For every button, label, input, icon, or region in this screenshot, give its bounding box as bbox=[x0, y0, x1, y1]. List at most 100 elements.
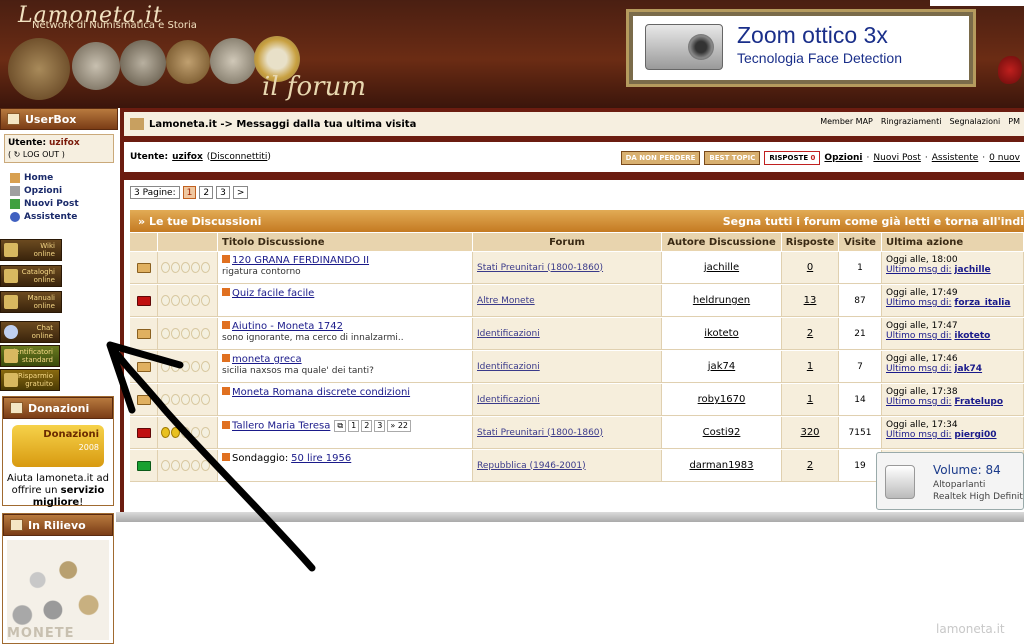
table-row[interactable]: Aiutino - Moneta 1742 sono ignorante, ma … bbox=[130, 318, 1024, 350]
mark-all-read-link[interactable]: Segna tutti i forum come già letti e tor… bbox=[723, 215, 1024, 228]
replies-link[interactable]: 2 bbox=[807, 328, 813, 339]
coins-pile-image[interactable] bbox=[7, 540, 109, 640]
last-post-label[interactable]: Ultimo msg di: bbox=[886, 298, 952, 308]
topic-title-link[interactable]: Tallero Maria Teresa bbox=[232, 421, 330, 432]
forum-link[interactable]: Identificazioni bbox=[477, 362, 540, 372]
last-post-user-link[interactable]: jachille bbox=[954, 265, 990, 275]
table-row[interactable]: moneta greca sicilia naxsos ma quale' dei… bbox=[130, 351, 1024, 383]
replies-link[interactable]: 2 bbox=[807, 460, 813, 471]
topic-title-link[interactable]: Moneta Romana discrete condizioni bbox=[232, 387, 410, 398]
side-button-cataloghi[interactable]: Cataloghi online bbox=[0, 265, 62, 287]
author-link[interactable]: jak74 bbox=[708, 361, 735, 372]
table-row[interactable]: Tallero Maria Teresa ⧉ 1 2 3» 22 Stati Preuni… bbox=[130, 417, 1024, 449]
topic-title-link[interactable]: 120 GRANA FERDINANDO II bbox=[232, 255, 369, 266]
last-post-label[interactable]: Ultimo msg di: bbox=[886, 265, 952, 275]
sidebar-item-assistente[interactable]: Assistente bbox=[10, 210, 108, 223]
breadcrumb[interactable]: Lamoneta.it -> Messaggi dalla tua ultima… bbox=[149, 119, 416, 130]
last-post-label[interactable]: Ultimo msg di: bbox=[886, 331, 952, 341]
col-ultima-azione[interactable]: Ultima azione bbox=[882, 233, 1024, 251]
col-forum[interactable]: Forum bbox=[473, 233, 662, 251]
replies-link[interactable]: 1 bbox=[807, 361, 813, 372]
sidebar-item-opzioni[interactable]: Opzioni bbox=[10, 184, 108, 197]
forum-link[interactable]: Stati Preunitari (1800-1860) bbox=[477, 428, 603, 438]
rating-star-icon bbox=[191, 295, 200, 306]
forum-link[interactable]: Stati Preunitari (1800-1860) bbox=[477, 263, 603, 273]
rating-star-icon bbox=[161, 394, 170, 405]
last-post-user-link[interactable]: jak74 bbox=[954, 364, 982, 374]
last-post-user-link[interactable]: Fratelupo bbox=[954, 397, 1003, 407]
last-post-user-link[interactable]: forza_italia bbox=[954, 298, 1010, 308]
side-button-wiki[interactable]: Wiki online bbox=[0, 239, 62, 261]
last-post-time: Oggi alle, 18:00 bbox=[886, 255, 958, 265]
mini-page-link[interactable]: 3 bbox=[374, 420, 386, 432]
side-button-identificatori[interactable]: Identificatori standard bbox=[0, 345, 60, 367]
sidebar-item-nuovi-post[interactable]: Nuovi Post bbox=[10, 197, 108, 210]
topic-title-link[interactable]: moneta greca bbox=[232, 354, 302, 365]
risposte-button[interactable]: RISPOSTE 0 bbox=[764, 151, 821, 165]
mini-page-link[interactable]: » 22 bbox=[387, 420, 411, 432]
replies-link[interactable]: 0 bbox=[807, 262, 813, 273]
sidebar-item-home[interactable]: Home bbox=[10, 171, 108, 184]
replies-link[interactable]: 13 bbox=[804, 295, 817, 306]
page-2-button[interactable]: 2 bbox=[199, 186, 214, 199]
assistente-link[interactable]: Assistente bbox=[932, 153, 979, 163]
table-row[interactable]: Quiz facile facile Altre Monete heldrungen… bbox=[130, 285, 1024, 317]
mini-page-link[interactable]: 1 bbox=[348, 420, 360, 432]
page-1-button[interactable]: 1 bbox=[182, 186, 197, 199]
last-post-user-link[interactable]: ikoteto bbox=[954, 331, 990, 341]
nuovi-post-link[interactable]: Nuovi Post bbox=[873, 153, 920, 163]
user-name-link[interactable]: uzifox bbox=[172, 152, 203, 162]
topic-status-cell bbox=[130, 351, 158, 382]
logout-link[interactable]: ( ↻ LOG OUT ) bbox=[8, 150, 110, 159]
side-button-sublabel: online bbox=[33, 276, 55, 284]
col-risposte[interactable]: Risposte bbox=[782, 233, 839, 251]
volume-popup[interactable]: Volume: 84 Altoparlanti Realtek High Def… bbox=[876, 452, 1024, 510]
views-count: 21 bbox=[854, 328, 866, 339]
site-tagline: Network di Numismatica e Storia bbox=[32, 20, 197, 31]
topic-title-link[interactable]: Aiutino - Moneta 1742 bbox=[232, 321, 343, 332]
ringraziamenti-link[interactable]: Ringraziamenti bbox=[881, 117, 942, 126]
user-name[interactable]: uzifox bbox=[49, 138, 80, 148]
author-link[interactable]: roby1670 bbox=[698, 394, 746, 405]
next-page-button[interactable]: > bbox=[232, 186, 249, 199]
table-row[interactable]: Moneta Romana discrete condizioni Identif… bbox=[130, 384, 1024, 416]
author-link[interactable]: darman1983 bbox=[689, 460, 753, 471]
author-link[interactable]: heldrungen bbox=[693, 295, 750, 306]
nuovi-messaggi-link[interactable]: 0 nuov bbox=[989, 153, 1020, 163]
da-non-perdere-button[interactable]: DA NON PERDERE bbox=[620, 151, 701, 165]
ad-banner-content[interactable]: Zoom ottico 3x Tecnologia Face Detection bbox=[633, 16, 969, 80]
topic-title-link[interactable]: 50 lire 1956 bbox=[291, 453, 351, 464]
donations-banner[interactable]: Donazioni 2008 bbox=[12, 425, 104, 467]
col-autore[interactable]: Autore Discussione bbox=[662, 233, 782, 251]
forum-link[interactable]: Altre Monete bbox=[477, 296, 535, 306]
author-link[interactable]: jachille bbox=[704, 262, 739, 273]
replies-link[interactable]: 320 bbox=[800, 427, 819, 438]
best-topic-button[interactable]: BEST TOPIC bbox=[704, 151, 761, 165]
author-link[interactable]: Costi92 bbox=[703, 427, 741, 438]
col-titolo[interactable]: Titolo Discussione bbox=[218, 233, 473, 251]
side-button-risparmio[interactable]: Risparmio gratuito bbox=[0, 369, 60, 391]
forum-link[interactable]: Identificazioni bbox=[477, 395, 540, 405]
page-3-button[interactable]: 3 bbox=[216, 186, 230, 199]
col-visite[interactable]: Visite bbox=[839, 233, 882, 251]
opzioni-link[interactable]: Opzioni bbox=[824, 153, 862, 163]
pm-link[interactable]: PM bbox=[1008, 117, 1020, 126]
side-button-chat[interactable]: Chat online bbox=[0, 321, 60, 343]
mini-page-link[interactable]: 2 bbox=[361, 420, 373, 432]
last-post-label[interactable]: Ultimo msg di: bbox=[886, 430, 952, 440]
author-link[interactable]: ikoteto bbox=[704, 328, 738, 339]
last-post-user-link[interactable]: piergi00 bbox=[954, 430, 996, 440]
side-button-manuali[interactable]: Manuali online bbox=[0, 291, 62, 313]
forum-link[interactable]: Identificazioni bbox=[477, 329, 540, 339]
forum-link[interactable]: Repubblica (1946-2001) bbox=[477, 461, 586, 471]
home-icon[interactable] bbox=[130, 118, 144, 130]
disconnect-link[interactable]: Disconnettiti bbox=[210, 152, 267, 162]
ad-banner[interactable]: Zoom ottico 3x Tecnologia Face Detection bbox=[626, 9, 976, 87]
table-row[interactable]: 120 GRANA FERDINANDO II rigatura contorno… bbox=[130, 252, 1024, 284]
segnalazioni-link[interactable]: Segnalazioni bbox=[949, 117, 1000, 126]
replies-link[interactable]: 1 bbox=[807, 394, 813, 405]
member-map-link[interactable]: Member MAP bbox=[820, 117, 873, 126]
topic-title-link[interactable]: Quiz facile facile bbox=[232, 288, 314, 299]
last-post-label[interactable]: Ultimo msg di: bbox=[886, 364, 952, 374]
last-post-label[interactable]: Ultimo msg di: bbox=[886, 397, 952, 407]
